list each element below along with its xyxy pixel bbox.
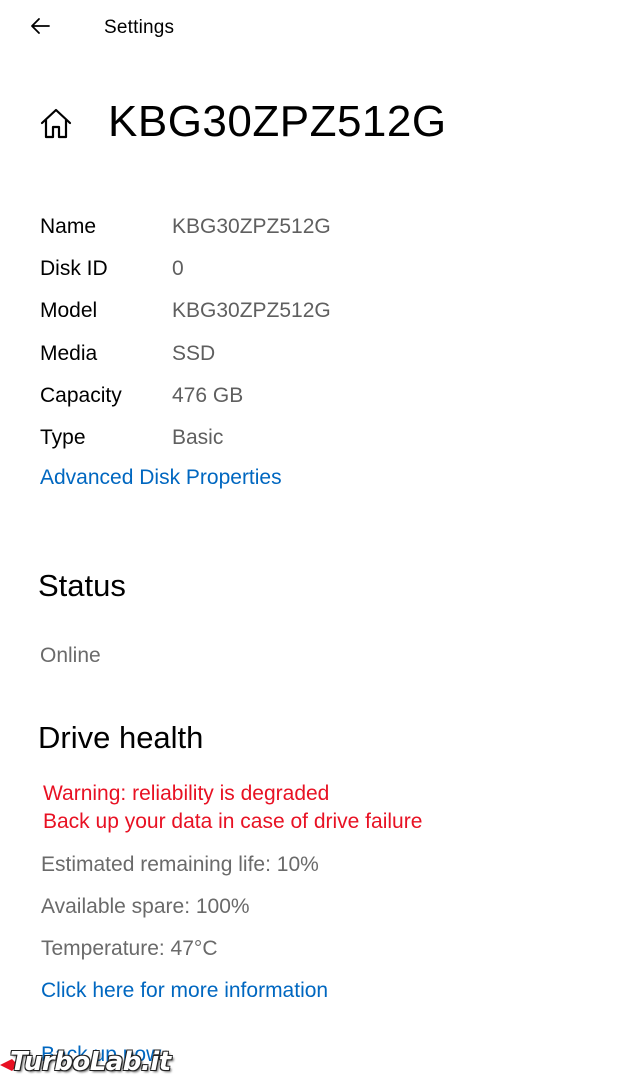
remaining-life-text: Estimated remaining life: 10% bbox=[41, 853, 319, 876]
temperature-text: Temperature: 47°C bbox=[41, 937, 218, 960]
more-information-link[interactable]: Click here for more information bbox=[41, 979, 328, 1003]
home-icon bbox=[40, 108, 72, 139]
property-label: Model bbox=[40, 299, 98, 323]
page-title: KBG30ZPZ512G bbox=[108, 97, 447, 146]
app-title: Settings bbox=[104, 17, 175, 38]
health-warning-text: Warning: reliability is degraded bbox=[43, 782, 330, 805]
property-label: Type bbox=[40, 426, 86, 450]
property-row-disk-id: Disk ID 0 bbox=[40, 248, 600, 290]
status-value: Online bbox=[40, 644, 101, 667]
status-heading: Status bbox=[38, 568, 126, 603]
available-spare-text: Available spare: 100% bbox=[41, 895, 250, 918]
title-bar: Settings bbox=[0, 0, 640, 56]
property-label: Disk ID bbox=[40, 257, 108, 281]
watermark-text: TurboLab.it bbox=[10, 1047, 171, 1077]
property-value: KBG30ZPZ512G bbox=[172, 299, 331, 323]
watermark-logo: TurboLab.it bbox=[0, 1044, 190, 1080]
property-label: Capacity bbox=[40, 383, 122, 407]
disk-properties: Name KBG30ZPZ512G Disk ID 0 Model KBG30Z… bbox=[40, 206, 600, 459]
property-row-media: Media SSD bbox=[40, 333, 600, 375]
page-header: KBG30ZPZ512G bbox=[0, 80, 640, 170]
property-row-model: Model KBG30ZPZ512G bbox=[40, 290, 600, 332]
property-value: SSD bbox=[172, 341, 216, 365]
backup-warning-text: Back up your data in case of drive failu… bbox=[43, 810, 423, 833]
property-value: 476 GB bbox=[172, 383, 244, 407]
property-row-type: Type Basic bbox=[40, 417, 600, 459]
property-row-name: Name KBG30ZPZ512G bbox=[40, 206, 600, 248]
advanced-disk-properties-link[interactable]: Advanced Disk Properties bbox=[40, 466, 282, 490]
property-label: Name bbox=[40, 215, 97, 239]
property-value: Basic bbox=[172, 426, 224, 450]
property-value: 0 bbox=[172, 257, 184, 281]
drive-health-heading: Drive health bbox=[38, 720, 204, 755]
property-value: KBG30ZPZ512G bbox=[172, 215, 331, 239]
back-arrow-icon bbox=[31, 18, 50, 34]
property-row-capacity: Capacity 476 GB bbox=[40, 375, 600, 417]
property-label: Media bbox=[40, 341, 98, 365]
back-button[interactable] bbox=[24, 10, 56, 42]
